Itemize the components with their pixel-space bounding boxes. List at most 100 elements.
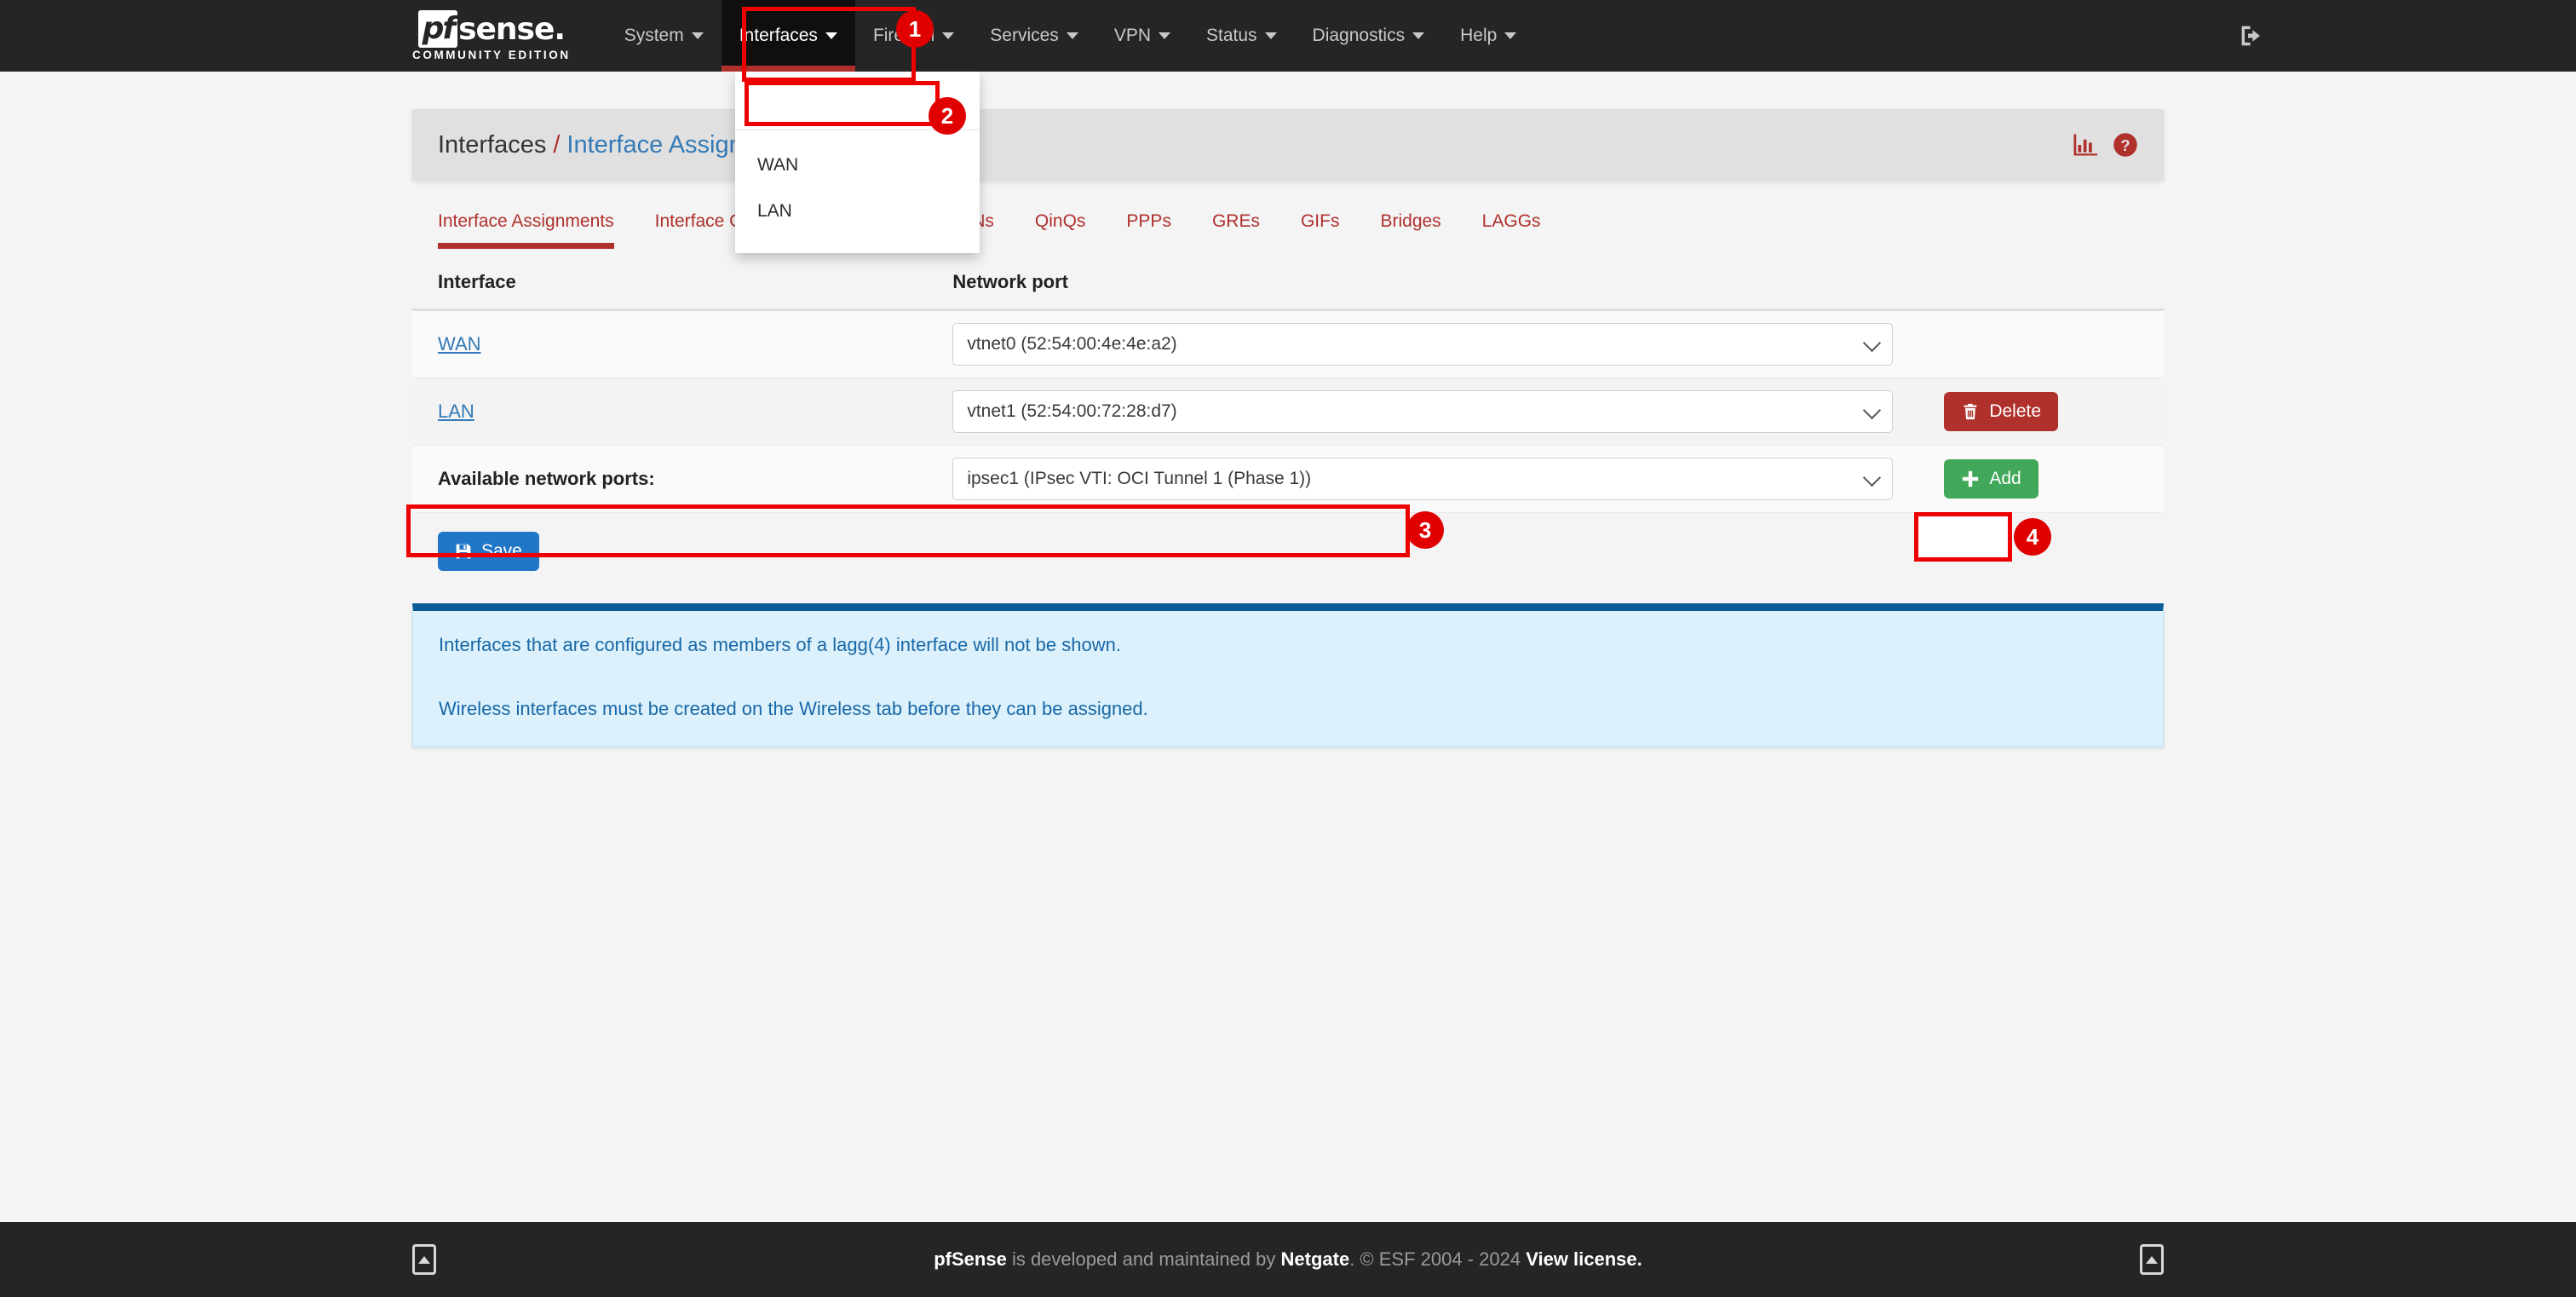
- nav-label: Help: [1460, 26, 1498, 45]
- chevron-down-icon: [1863, 401, 1882, 420]
- footer-license-link[interactable]: View license.: [1526, 1248, 1642, 1270]
- tab-label: LAGGs: [1481, 211, 1541, 231]
- nav-item-system[interactable]: System: [607, 0, 722, 72]
- sign-out-icon[interactable]: [2237, 21, 2266, 50]
- selected-value: vtnet1 (52:54:00:72:28:d7): [967, 401, 1177, 421]
- callout-badge-2: 2: [929, 97, 966, 135]
- nav-item-diagnostics[interactable]: Diagnostics: [1295, 0, 1443, 72]
- add-button-label: Add: [1989, 469, 2021, 488]
- save-disk-icon: [455, 542, 472, 561]
- logo-pf-mark: pf: [417, 10, 458, 48]
- chevron-down-icon: [1066, 32, 1078, 39]
- tab-qinqs[interactable]: QinQs: [1015, 211, 1107, 249]
- nav-item-help[interactable]: Help: [1442, 0, 1534, 72]
- footer-text-mid: is developed and maintained by: [1006, 1248, 1281, 1270]
- footer-maintainer: Netgate: [1280, 1248, 1350, 1270]
- chevron-down-icon: [691, 32, 704, 39]
- chevron-down-icon: [1412, 32, 1425, 39]
- table-row: WAN vtnet0 (52:54:00:4e:4e:a2): [412, 309, 2164, 378]
- available-network-ports-row: Available network ports: ipsec1 (IPsec V…: [412, 445, 2164, 513]
- callout-badge-3: 3: [1406, 511, 1444, 549]
- primary-nav: System Interfaces Firewall Services VPN …: [607, 0, 1535, 72]
- nav-item-interfaces[interactable]: Interfaces: [721, 0, 856, 72]
- column-header-interface: Interface: [412, 262, 928, 311]
- add-button[interactable]: Add: [1944, 459, 2038, 499]
- cell-network-port: vtnet1 (52:54:00:72:28:d7): [927, 378, 1919, 446]
- nav-item-status[interactable]: Status: [1188, 0, 1295, 72]
- pfsense-webgui-page: pf sense. COMMUNITY EDITION System Inter…: [0, 0, 2576, 1297]
- plus-icon: [1961, 470, 1980, 488]
- help-circle-icon[interactable]: ?: [2113, 132, 2138, 158]
- trash-icon: [1961, 401, 1980, 422]
- save-button-label: Save: [481, 541, 522, 561]
- cell-row-actions: Add: [1918, 445, 2164, 513]
- table-body: WAN vtnet0 (52:54:00:4e:4e:a2) LAN vtnet…: [412, 309, 2164, 513]
- cell-row-actions: Delete: [1918, 378, 2164, 446]
- save-button-container: Save: [412, 513, 2164, 571]
- nav-label: Interfaces: [739, 26, 818, 45]
- dropdown-item-wan[interactable]: WAN: [735, 142, 980, 188]
- cell-available-ports-label: Available network ports:: [412, 445, 928, 513]
- nav-item-vpn[interactable]: VPN: [1096, 0, 1188, 72]
- tab-bridges[interactable]: Bridges: [1360, 211, 1461, 249]
- interface-link-lan[interactable]: LAN: [438, 401, 474, 422]
- save-button[interactable]: Save: [438, 532, 539, 571]
- nav-label: VPN: [1113, 26, 1151, 45]
- cell-network-port: vtnet0 (52:54:00:4e:4e:a2): [927, 309, 1919, 378]
- chevron-down-icon: [1863, 333, 1882, 353]
- nav-item-services[interactable]: Services: [972, 0, 1096, 72]
- svg-text:?: ?: [2120, 136, 2130, 154]
- column-header-network-port: Network port: [927, 262, 1919, 311]
- chevron-down-icon: [1159, 32, 1170, 39]
- network-port-select-lan[interactable]: vtnet1 (52:54:00:72:28:d7): [952, 390, 1894, 433]
- logo-sense-text: sense.: [458, 11, 566, 47]
- tab-gifs[interactable]: GIFs: [1280, 211, 1360, 249]
- tab-label: GREs: [1211, 211, 1260, 231]
- info-line-lagg: Interfaces that are configured as member…: [439, 634, 1121, 655]
- tab-gres[interactable]: GREs: [1192, 211, 1280, 249]
- cell-interface-name: LAN: [412, 378, 928, 446]
- interface-assignments-table: Interface Network port WAN vtnet0 (52:54…: [412, 262, 2164, 513]
- cell-row-actions: [1918, 309, 2164, 378]
- delete-button-label: Delete: [1989, 401, 2042, 421]
- delete-button[interactable]: Delete: [1944, 392, 2059, 431]
- page-footer: pfSense is developed and maintained by N…: [0, 1222, 2576, 1297]
- footer-credits: pfSense is developed and maintained by N…: [412, 1248, 2164, 1271]
- navbar-right: [2237, 0, 2576, 72]
- tab-interface-assignments[interactable]: Interface Assignments: [438, 211, 635, 249]
- tab-label: Interface Assignments: [438, 211, 614, 231]
- available-network-ports-select[interactable]: ipsec1 (IPsec VTI: OCI Tunnel 1 (Phase 1…: [952, 458, 1894, 500]
- cell-available-ports-select: ipsec1 (IPsec VTI: OCI Tunnel 1 (Phase 1…: [927, 445, 1919, 513]
- network-port-select-wan[interactable]: vtnet0 (52:54:00:4e:4e:a2): [952, 323, 1894, 366]
- info-panel: Interfaces that are configured as member…: [412, 603, 2164, 748]
- stats-chart-icon[interactable]: [2072, 132, 2097, 158]
- page-header: Interfaces / Interface Assignments ?: [412, 109, 2164, 181]
- chevron-down-icon: [1504, 32, 1517, 39]
- logo-subtitle: COMMUNITY EDITION: [412, 49, 571, 61]
- column-header-actions: [1918, 262, 2164, 311]
- dropdown-item-lan[interactable]: LAN: [735, 188, 980, 234]
- info-line-wireless: Wireless interfaces must be created on t…: [439, 697, 1148, 719]
- breadcrumb-root: Interfaces: [438, 130, 547, 159]
- table-row: LAN vtnet1 (52:54:00:72:28:d7) Delete: [412, 378, 2164, 446]
- tab-label: GIFs: [1300, 211, 1340, 231]
- selected-value: ipsec1 (IPsec VTI: OCI Tunnel 1 (Phase 1…: [967, 469, 1312, 488]
- interface-link-wan[interactable]: WAN: [438, 333, 481, 355]
- tab-label: QinQs: [1034, 211, 1086, 231]
- callout-badge-4: 4: [2014, 518, 2051, 556]
- chevron-down-icon: [942, 32, 955, 39]
- chevron-down-icon: [825, 32, 837, 39]
- tab-laggs[interactable]: LAGGs: [1462, 211, 1561, 249]
- available-network-ports-label: Available network ports:: [438, 468, 655, 489]
- pfsense-logo[interactable]: pf sense. COMMUNITY EDITION: [399, 0, 584, 72]
- footer-inner: pfSense is developed and maintained by N…: [412, 1244, 2164, 1275]
- chevron-down-icon: [1863, 468, 1882, 487]
- top-navbar: pf sense. COMMUNITY EDITION System Inter…: [0, 0, 2576, 72]
- tab-ppps[interactable]: PPPs: [1106, 211, 1192, 249]
- selected-value: vtnet0 (52:54:00:4e:4e:a2): [967, 334, 1177, 354]
- nav-label: System: [624, 26, 684, 45]
- footer-brand: pfSense: [934, 1248, 1007, 1270]
- nav-label: Diagnostics: [1312, 26, 1406, 45]
- cell-interface-name: WAN: [412, 309, 928, 378]
- tab-label: Bridges: [1380, 211, 1441, 231]
